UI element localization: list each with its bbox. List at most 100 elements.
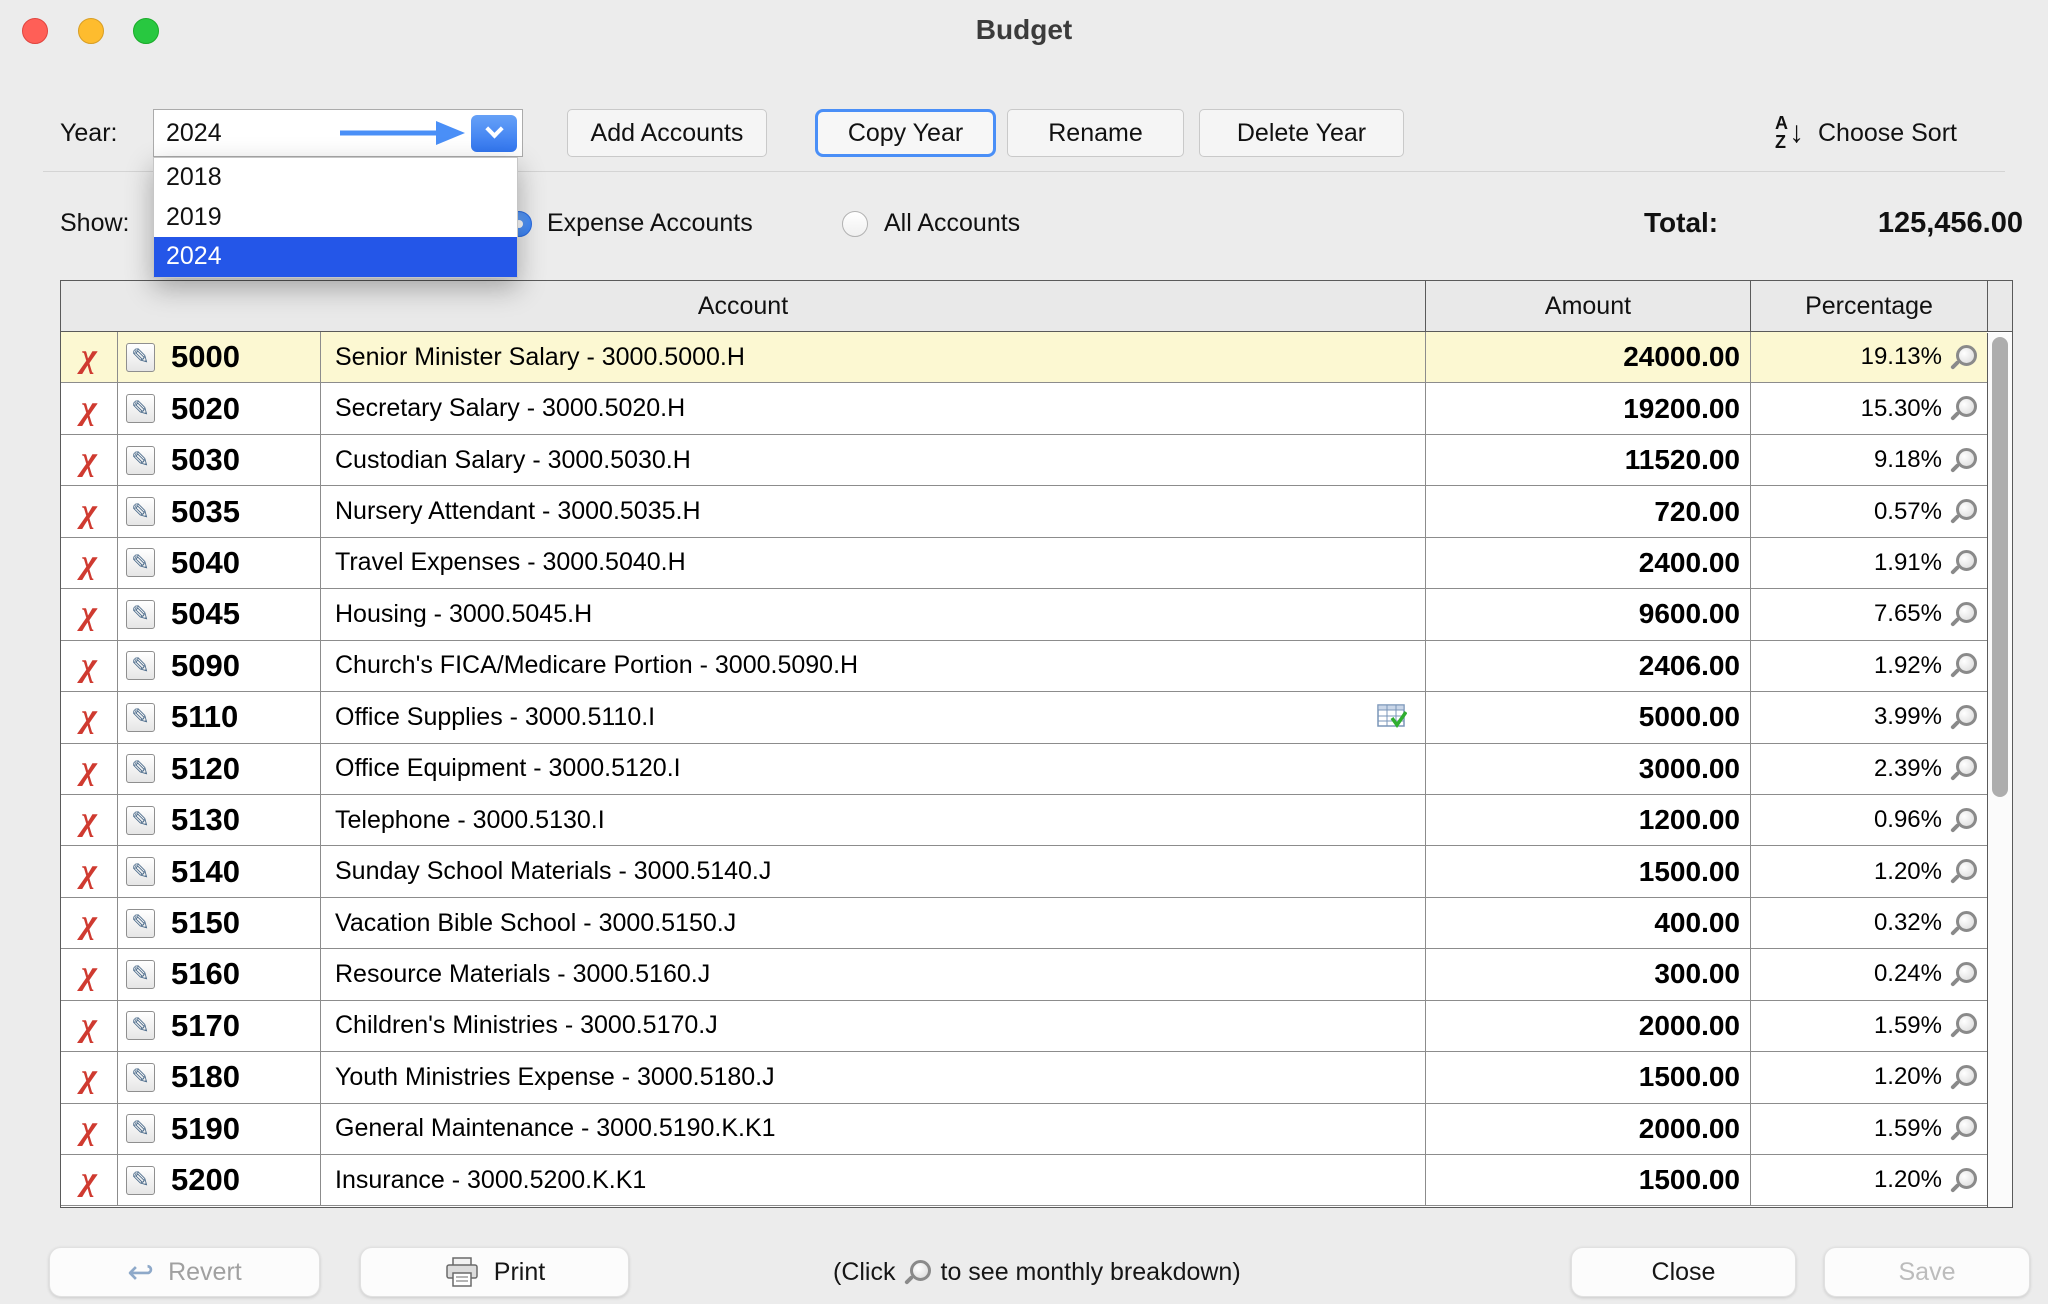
delete-cell[interactable] (61, 589, 118, 639)
edit-account-icon[interactable] (126, 446, 155, 475)
print-button[interactable]: Print (360, 1247, 629, 1297)
magnifier-icon[interactable] (1952, 1116, 1977, 1141)
magnifier-icon[interactable] (1952, 859, 1977, 884)
edit-account-icon[interactable] (126, 548, 155, 577)
amount-cell[interactable]: 2400.00 (1425, 538, 1750, 588)
delete-cell[interactable] (61, 744, 118, 794)
amount-cell[interactable]: 5000.00 (1425, 692, 1750, 742)
edit-account-icon[interactable] (126, 600, 155, 629)
amount-cell[interactable]: 1500.00 (1425, 1052, 1750, 1102)
delete-cell[interactable] (61, 1155, 118, 1205)
delete-cell[interactable] (61, 1104, 118, 1154)
scrollbar-thumb[interactable] (1992, 337, 2008, 797)
delete-cell[interactable] (61, 1001, 118, 1051)
delete-cell[interactable] (61, 486, 118, 536)
delete-cell[interactable] (61, 383, 118, 433)
magnifier-icon[interactable] (1952, 1065, 1977, 1090)
delete-row-icon[interactable] (81, 855, 97, 889)
table-scrollbar[interactable] (1987, 333, 2012, 1207)
amount-cell[interactable]: 9600.00 (1425, 589, 1750, 639)
expense-accounts-label[interactable]: Expense Accounts (547, 199, 753, 247)
delete-cell[interactable] (61, 846, 118, 896)
copy-year-button[interactable]: Copy Year (815, 109, 996, 157)
magnifier-icon[interactable] (1952, 1168, 1977, 1193)
delete-row-icon[interactable] (81, 495, 97, 529)
magnifier-icon[interactable] (1952, 808, 1977, 833)
edit-account-icon[interactable] (126, 651, 155, 680)
amount-cell[interactable]: 24000.00 (1425, 332, 1750, 382)
close-button[interactable]: Close (1571, 1247, 1796, 1297)
year-option-2019[interactable]: 2019 (154, 198, 517, 238)
year-dropdown-chevron-button[interactable] (471, 115, 517, 152)
amount-cell[interactable]: 2406.00 (1425, 641, 1750, 691)
edit-account-icon[interactable] (126, 1166, 155, 1195)
all-accounts-label[interactable]: All Accounts (884, 199, 1020, 247)
magnifier-icon[interactable] (1952, 653, 1977, 678)
magnifier-icon[interactable] (1952, 756, 1977, 781)
magnifier-icon[interactable] (1952, 550, 1977, 575)
delete-row-icon[interactable] (81, 752, 97, 786)
magnifier-icon[interactable] (1952, 602, 1977, 627)
edit-account-icon[interactable] (126, 1114, 155, 1143)
edit-account-icon[interactable] (126, 909, 155, 938)
delete-year-button[interactable]: Delete Year (1199, 109, 1404, 157)
add-accounts-button[interactable]: Add Accounts (567, 109, 767, 157)
edit-account-icon[interactable] (126, 1011, 155, 1040)
edit-account-icon[interactable] (126, 703, 155, 732)
amount-cell[interactable]: 1200.00 (1425, 795, 1750, 845)
delete-cell[interactable] (61, 332, 118, 382)
delete-cell[interactable] (61, 692, 118, 742)
magnifier-icon[interactable] (1952, 499, 1977, 524)
delete-row-icon[interactable] (81, 1009, 97, 1043)
delete-row-icon[interactable] (81, 546, 97, 580)
amount-cell[interactable]: 720.00 (1425, 486, 1750, 536)
delete-cell[interactable] (61, 1052, 118, 1102)
delete-row-icon[interactable] (81, 340, 97, 374)
edit-account-icon[interactable] (126, 497, 155, 526)
delete-row-icon[interactable] (81, 803, 97, 837)
delete-row-icon[interactable] (81, 906, 97, 940)
amount-cell[interactable]: 2000.00 (1425, 1104, 1750, 1154)
amount-cell[interactable]: 1500.00 (1425, 846, 1750, 896)
amount-cell[interactable]: 2000.00 (1425, 1001, 1750, 1051)
delete-cell[interactable] (61, 641, 118, 691)
edit-account-icon[interactable] (126, 857, 155, 886)
year-option-2024[interactable]: 2024 (154, 237, 517, 277)
year-option-2018[interactable]: 2018 (154, 158, 517, 198)
rename-button[interactable]: Rename (1007, 109, 1184, 157)
amount-cell[interactable]: 11520.00 (1425, 435, 1750, 485)
delete-row-icon[interactable] (81, 1163, 97, 1197)
amount-cell[interactable]: 3000.00 (1425, 744, 1750, 794)
edit-account-icon[interactable] (126, 806, 155, 835)
delete-cell[interactable] (61, 538, 118, 588)
delete-cell[interactable] (61, 435, 118, 485)
magnifier-icon[interactable] (1952, 448, 1977, 473)
magnifier-icon[interactable] (1952, 705, 1977, 730)
all-accounts-radio[interactable] (842, 211, 868, 237)
delete-cell[interactable] (61, 949, 118, 999)
edit-account-icon[interactable] (126, 1063, 155, 1092)
magnifier-icon[interactable] (1952, 345, 1977, 370)
save-button[interactable]: Save (1824, 1247, 2030, 1297)
magnifier-icon[interactable] (1952, 396, 1977, 421)
delete-row-icon[interactable] (81, 1060, 97, 1094)
choose-sort-button[interactable]: Choose Sort (1775, 109, 1957, 157)
edit-account-icon[interactable] (126, 343, 155, 372)
magnifier-icon[interactable] (1952, 911, 1977, 936)
delete-row-icon[interactable] (81, 700, 97, 734)
delete-cell[interactable] (61, 795, 118, 845)
amount-cell[interactable]: 1500.00 (1425, 1155, 1750, 1205)
edit-account-icon[interactable] (126, 754, 155, 783)
amount-cell[interactable]: 300.00 (1425, 949, 1750, 999)
revert-button[interactable]: Revert (49, 1247, 320, 1297)
delete-row-icon[interactable] (81, 649, 97, 683)
amount-cell[interactable]: 19200.00 (1425, 383, 1750, 433)
delete-row-icon[interactable] (81, 597, 97, 631)
delete-row-icon[interactable] (81, 392, 97, 426)
magnifier-icon[interactable] (1952, 962, 1977, 987)
magnifier-icon[interactable] (1952, 1013, 1977, 1038)
delete-cell[interactable] (61, 898, 118, 948)
delete-row-icon[interactable] (81, 1112, 97, 1146)
amount-cell[interactable]: 400.00 (1425, 898, 1750, 948)
edit-account-icon[interactable] (126, 394, 155, 423)
